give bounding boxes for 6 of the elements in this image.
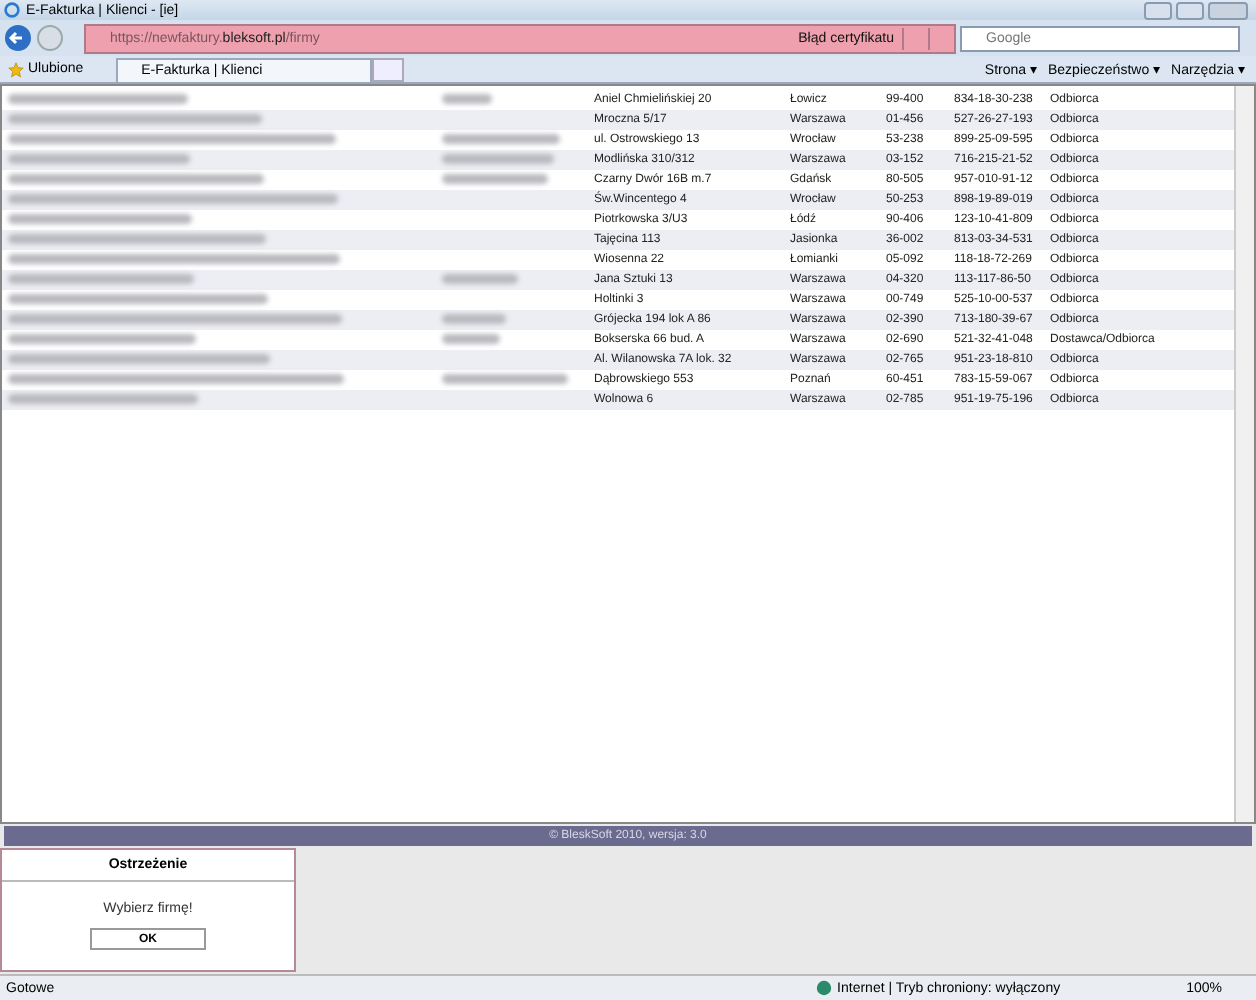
back-icon[interactable] (4, 24, 32, 52)
scrollbar[interactable] (1234, 86, 1254, 822)
globe-icon (815, 980, 832, 996)
new-tab-button[interactable] (371, 57, 404, 81)
star-icon[interactable] (8, 61, 24, 77)
browser-icon (4, 2, 20, 18)
